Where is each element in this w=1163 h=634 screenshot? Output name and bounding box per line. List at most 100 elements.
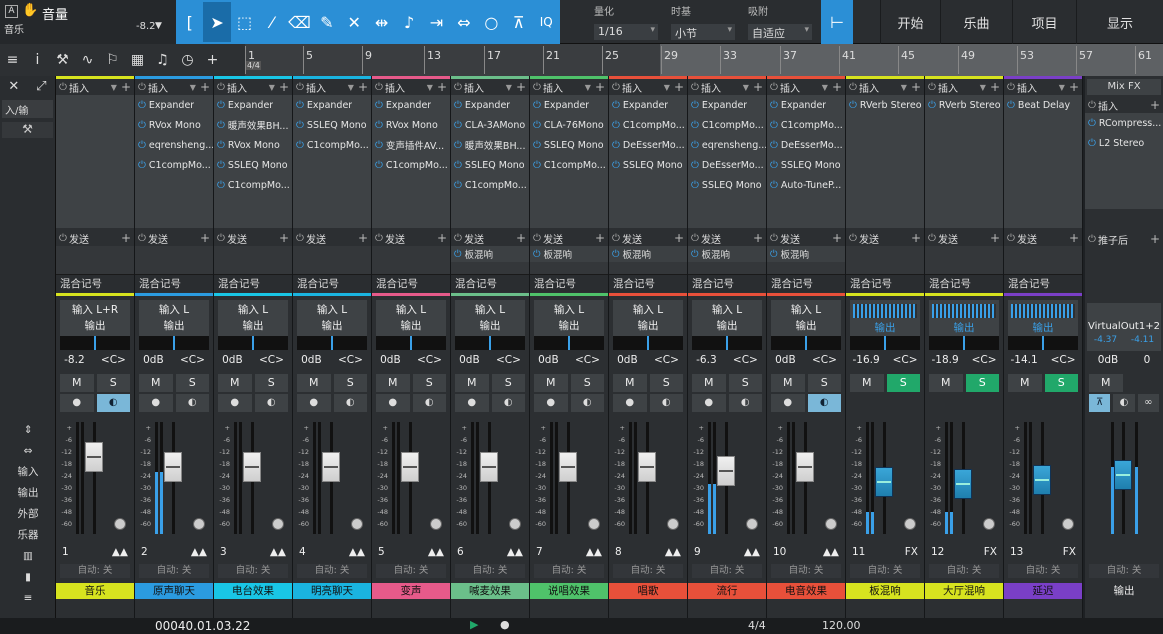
add-icon[interactable]: + — [200, 52, 225, 68]
automation-mode[interactable]: 自动: 关 — [60, 564, 130, 578]
power-icon[interactable]: ⏻ — [770, 233, 780, 244]
listen-icon[interactable]: ♪ — [395, 2, 422, 42]
power-icon[interactable]: ⏻ — [612, 140, 620, 151]
monitor-icon[interactable]: ◐ — [96, 394, 130, 412]
automation-mode[interactable]: 自动: 关 — [613, 564, 683, 578]
insert-plugin[interactable]: ⏻ RVerb Stereo — [846, 95, 924, 115]
track-value[interactable]: -8.2 — [136, 21, 156, 32]
insert-plugin[interactable]: ⏻ DeEsserMo... — [688, 155, 766, 175]
power-icon[interactable]: ⏻ — [454, 82, 464, 93]
power-icon[interactable]: ⏻ — [533, 233, 543, 244]
record-arm-icon[interactable]: ● — [534, 394, 568, 412]
volume-fader[interactable] — [243, 451, 261, 482]
pan-knob[interactable] — [1062, 518, 1074, 530]
waveform-icon[interactable]: ▲▲ — [586, 546, 602, 562]
waveform-icon[interactable]: ▲▲ — [349, 546, 365, 562]
pan-knob[interactable] — [509, 518, 521, 530]
record-icon[interactable]: ● — [500, 618, 510, 631]
chevron-down-icon[interactable]: ▼ — [901, 83, 907, 92]
record-arm-icon[interactable]: ● — [455, 394, 489, 412]
insert-plugin[interactable]: ⏻ SSLEQ Mono — [451, 155, 529, 175]
insert-plugin[interactable]: ⏻ RVerb Stereo — [925, 95, 1003, 115]
volume-fader[interactable] — [322, 451, 340, 482]
pan-knob[interactable] — [193, 518, 205, 530]
menu-icon[interactable]: ≡ — [0, 52, 25, 68]
volume-value[interactable]: -6.3 — [696, 354, 717, 370]
power-icon[interactable]: ⏻ — [691, 180, 699, 191]
insert-plugin[interactable]: ⏻ SSLEQ Mono — [767, 155, 845, 175]
power-icon[interactable]: ⏻ — [217, 82, 227, 93]
output-label[interactable]: 输出 — [850, 320, 920, 336]
solo-button[interactable]: S — [333, 374, 367, 392]
insert-plugin[interactable]: ⏻ Expander — [214, 95, 292, 115]
add-icon[interactable]: + — [1069, 80, 1079, 94]
power-icon[interactable]: ⏻ — [454, 100, 462, 111]
solo-button[interactable]: S — [649, 374, 683, 392]
power-icon[interactable]: ⏻ — [454, 120, 462, 131]
solo-button[interactable]: S — [1044, 374, 1078, 392]
pan-value[interactable]: <C> — [654, 354, 679, 370]
insert-plugin[interactable]: ⏻ Expander — [451, 95, 529, 115]
send-slot[interactable]: ⏻ 板混响 — [688, 246, 766, 262]
output-label[interactable]: 输出 — [929, 320, 999, 336]
sidebar-item-instrument[interactable]: 乐器 — [0, 525, 56, 546]
input-label[interactable]: 输入 L — [297, 302, 367, 318]
add-icon[interactable]: + — [990, 80, 1000, 94]
volume-value[interactable]: -14.1 — [1010, 354, 1037, 370]
power-icon[interactable]: ⏻ — [375, 100, 383, 111]
monitor-icon[interactable]: ◐ — [491, 394, 525, 412]
power-icon[interactable]: ⏻ — [1007, 100, 1015, 111]
channel-name[interactable]: 原声聊天 — [135, 583, 213, 599]
keyboard-icon[interactable]: ▥ — [0, 546, 56, 567]
output-label[interactable]: 输出 — [613, 318, 683, 334]
power-icon[interactable]: ⏻ — [691, 160, 699, 171]
power-icon[interactable]: ⏻ — [612, 82, 622, 93]
range-tool-icon[interactable]: ⬚ — [231, 2, 258, 42]
waveform-icon[interactable]: ▲▲ — [112, 546, 128, 562]
power-icon[interactable]: ⏻ — [612, 120, 620, 131]
mute-button[interactable]: M — [850, 374, 884, 392]
power-icon[interactable]: ⏻ — [770, 249, 778, 260]
automation-mode[interactable]: 自动: 关 — [376, 564, 446, 578]
power-icon[interactable]: ⏻ — [138, 160, 146, 171]
power-icon[interactable]: ⏻ — [296, 233, 306, 244]
channel-name[interactable]: 明亮聊天 — [293, 583, 371, 599]
power-icon[interactable]: ⏻ — [533, 249, 541, 260]
power-icon[interactable]: ⏻ — [691, 100, 699, 111]
insert-plugin[interactable]: ⏻ Expander — [135, 95, 213, 115]
monitor-icon[interactable]: ◐ — [412, 394, 446, 412]
solo-button[interactable]: S — [412, 374, 446, 392]
bars-icon[interactable]: ▮ — [0, 567, 56, 588]
volume-fader[interactable] — [480, 451, 498, 482]
loop-icon[interactable]: ∞ — [1137, 394, 1159, 412]
waveform-icon[interactable]: ▲▲ — [270, 546, 286, 562]
power-icon[interactable]: ⏻ — [138, 120, 146, 131]
power-icon[interactable]: ⏻ — [533, 82, 543, 93]
insert-plugin[interactable]: ⏻ 暖声效果BH... — [214, 115, 292, 135]
link-icon[interactable]: ◐ — [1113, 394, 1135, 412]
expand-vertical-icon[interactable]: ⇕ — [0, 420, 56, 441]
record-arm-icon[interactable]: ● — [297, 394, 331, 412]
record-arm-icon[interactable]: ● — [376, 394, 410, 412]
volume-value[interactable]: 0dB — [143, 354, 164, 370]
add-icon[interactable]: + — [279, 80, 289, 94]
wrench-icon[interactable]: ⚒ — [50, 52, 75, 68]
chevron-down-icon[interactable]: ▼ — [1059, 83, 1065, 92]
power-icon[interactable]: ⏻ — [217, 180, 225, 191]
automation-mode[interactable]: 自动: 关 — [297, 564, 367, 578]
mix-fx-header[interactable]: Mix FX — [1087, 79, 1161, 95]
record-arm-icon[interactable]: ● — [139, 394, 173, 412]
power-icon[interactable]: ⏻ — [612, 100, 620, 111]
solo-button[interactable]: S — [965, 374, 999, 392]
metronome-icon[interactable]: ⊼ — [1089, 394, 1111, 412]
record-arm-icon[interactable]: ● — [692, 394, 726, 412]
pan-knob[interactable] — [588, 518, 600, 530]
insert-plugin[interactable]: ⏻ RVox Mono — [214, 135, 292, 155]
power-icon[interactable]: ⏻ — [849, 82, 859, 93]
waveform-icon[interactable]: ▲▲ — [428, 546, 444, 562]
power-icon[interactable]: ⏻ — [454, 249, 462, 260]
power-icon[interactable]: ⏻ — [375, 160, 383, 171]
play-icon[interactable]: ▶ — [470, 618, 478, 631]
output-label[interactable]: 输出 — [376, 318, 446, 334]
mute-button[interactable]: M — [297, 374, 331, 392]
